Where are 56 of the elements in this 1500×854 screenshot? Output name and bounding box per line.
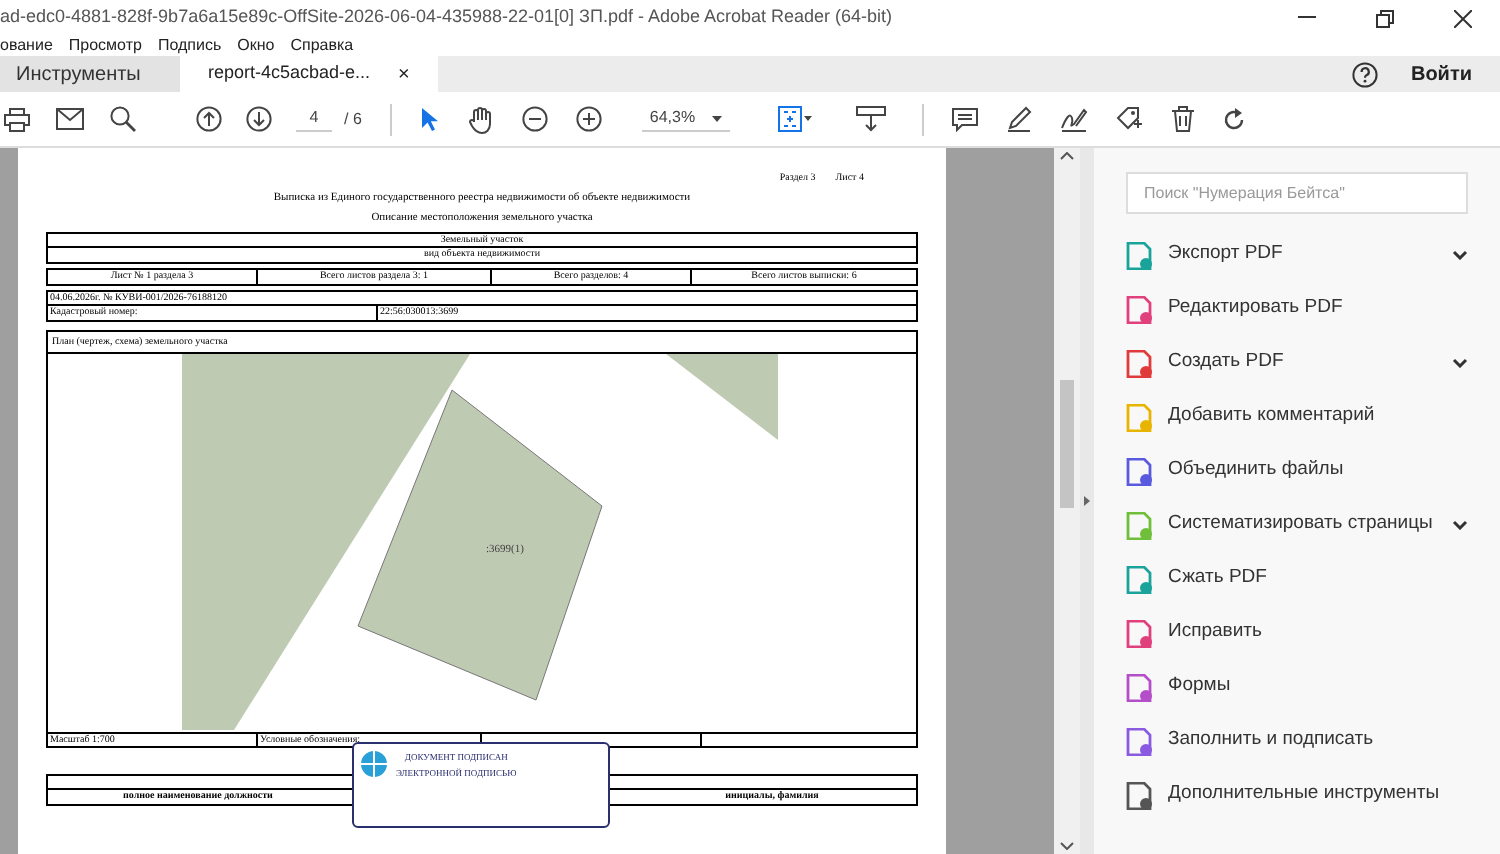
stamp-tool-icon[interactable] xyxy=(1115,106,1144,132)
menu-item[interactable]: ование xyxy=(0,38,53,54)
tool-item[interactable]: Дополнительные инструменты xyxy=(1168,780,1468,810)
next-page-icon[interactable] xyxy=(246,106,272,132)
page-total: / 6 xyxy=(344,107,362,131)
signature-icon[interactable] xyxy=(1059,106,1088,132)
chevron-down-icon[interactable] xyxy=(1452,358,1468,368)
tab-label: report-4c5acbad-e... xyxy=(208,60,371,87)
delete-icon[interactable] xyxy=(1171,106,1194,132)
minimize-icon[interactable] xyxy=(1298,16,1316,20)
tool-item[interactable]: Добавить комментарий xyxy=(1168,402,1468,432)
rotate-icon[interactable] xyxy=(1221,107,1246,131)
caret-icon xyxy=(711,115,722,121)
mail-icon[interactable] xyxy=(56,108,84,130)
pen-icon[interactable] xyxy=(1005,106,1032,132)
sign-in-button[interactable]: Войти xyxy=(1410,59,1472,89)
tool-item[interactable]: Редактировать PDF xyxy=(1168,294,1468,324)
help-icon[interactable] xyxy=(1352,61,1379,87)
menu-item[interactable]: Подпись xyxy=(157,38,222,54)
tab[interactable]: report-4c5acbad-e... × xyxy=(180,56,438,92)
close-icon[interactable] xyxy=(1454,9,1472,27)
tab[interactable]: Инструменты xyxy=(0,56,180,92)
print-icon[interactable] xyxy=(4,107,30,131)
scroll-up-icon[interactable] xyxy=(1060,152,1074,160)
pointer-icon[interactable] xyxy=(419,106,440,132)
tool-item[interactable]: Формы xyxy=(1168,672,1468,702)
restore-icon[interactable] xyxy=(1376,9,1394,27)
tool-item[interactable]: Исправить xyxy=(1168,618,1468,648)
tool-item[interactable]: Систематизировать страницы xyxy=(1168,510,1436,540)
tool-item[interactable]: Объединить файлы xyxy=(1168,456,1468,486)
previous-page-icon[interactable] xyxy=(196,106,222,132)
tool-item[interactable]: Экспорт PDF xyxy=(1168,240,1436,270)
menu-item[interactable]: Справка xyxy=(290,38,354,54)
menu-item[interactable]: Просмотр xyxy=(68,38,142,54)
chevron-down-icon[interactable] xyxy=(1452,250,1468,260)
zoom-dropdown[interactable]: 64,3% xyxy=(641,106,730,132)
window-title: ad-edc0-4881-828f-9b7a6a15e89c-OffSite-2026-06-04-435988-22-01[0] ЗП.pdf - Adobe Acrobat Reader (64-bit) xyxy=(0,4,893,31)
scrollbar-thumb[interactable] xyxy=(1060,380,1074,508)
expand-panel-icon[interactable] xyxy=(1084,496,1090,506)
tool-item[interactable]: Создать PDF xyxy=(1168,348,1436,378)
scroll-mode-icon[interactable] xyxy=(855,106,886,132)
menu-item[interactable]: Окно xyxy=(237,38,275,54)
tab-close-button[interactable]: × xyxy=(398,59,410,89)
chevron-down-icon[interactable] xyxy=(1452,520,1468,530)
search-field[interactable]: Поиск "Нумерация Бейтса" xyxy=(1126,172,1468,214)
scroll-down-icon[interactable] xyxy=(1060,842,1074,850)
search-icon[interactable] xyxy=(110,106,136,132)
hand-icon[interactable] xyxy=(467,105,494,133)
page-number-field[interactable]: 4 xyxy=(296,106,332,132)
fit-page-icon[interactable] xyxy=(777,106,812,132)
tool-item[interactable]: Сжать PDF xyxy=(1168,564,1468,594)
tool-item[interactable]: Заполнить и подписать xyxy=(1168,726,1468,756)
emblem-icon xyxy=(360,750,388,778)
zoom-in-icon[interactable] xyxy=(575,106,602,132)
comment-icon[interactable] xyxy=(951,107,978,131)
zoom-out-icon[interactable] xyxy=(521,106,548,132)
